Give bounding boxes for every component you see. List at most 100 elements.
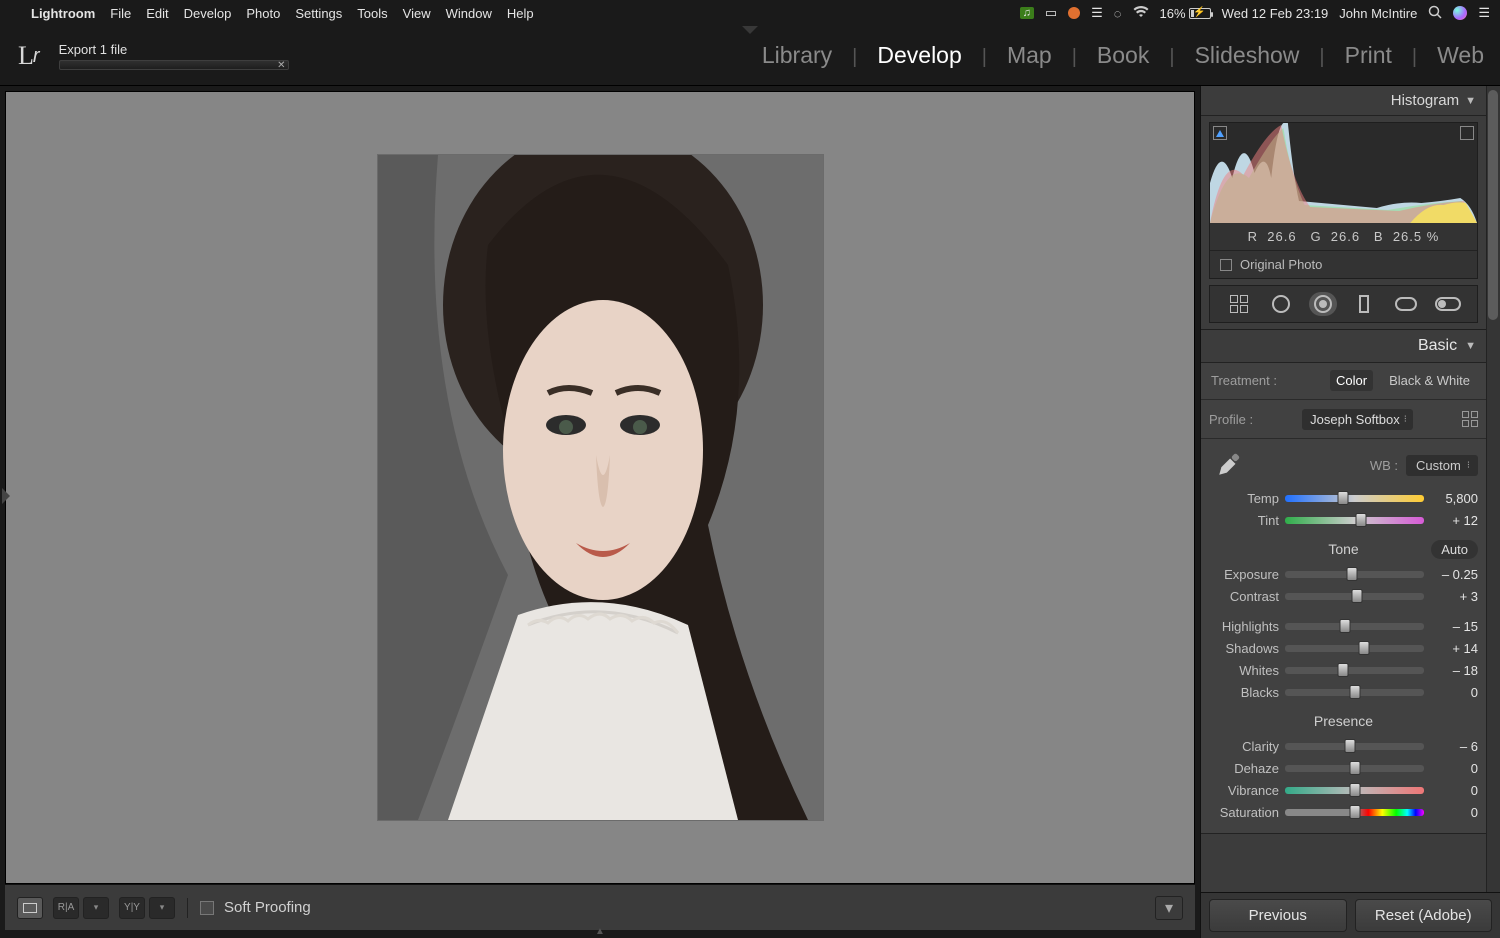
treatment-color[interactable]: Color xyxy=(1330,370,1373,391)
saturation-slider[interactable] xyxy=(1285,809,1424,816)
before-after-menu-button[interactable]: ▾ xyxy=(83,897,109,919)
dehaze-value[interactable]: 0 xyxy=(1430,761,1478,776)
highlight-clip-icon[interactable] xyxy=(1460,126,1474,140)
white-balance-picker-icon[interactable] xyxy=(1209,447,1249,483)
filmstrip-toggle-icon[interactable]: ▲ xyxy=(5,930,1195,938)
profile-dropdown[interactable]: Joseph Softbox⁝ xyxy=(1302,409,1413,430)
vibrance-slider[interactable] xyxy=(1285,787,1424,794)
blacks-value[interactable]: 0 xyxy=(1430,685,1478,700)
module-slideshow[interactable]: Slideshow xyxy=(1195,42,1300,69)
original-photo-checkbox[interactable] xyxy=(1220,259,1232,271)
vibrance-label: Vibrance xyxy=(1209,783,1279,798)
develop-toolbar: R|A ▾ Y|Y ▾ Soft Proofing ▾ xyxy=(5,884,1195,930)
left-panel-toggle-icon[interactable] xyxy=(2,488,10,504)
menu-develop[interactable]: Develop xyxy=(184,6,232,21)
wifi-icon[interactable] xyxy=(1133,6,1149,21)
contrast-slider[interactable] xyxy=(1285,593,1424,600)
spotlight-icon[interactable] xyxy=(1428,5,1442,22)
wb-dropdown[interactable]: Custom⁝ xyxy=(1406,455,1478,476)
clarity-slider[interactable] xyxy=(1285,743,1424,750)
module-library[interactable]: Library xyxy=(762,42,832,69)
presence-label: Presence xyxy=(1314,713,1373,729)
display-icon[interactable]: ▭ xyxy=(1045,5,1057,21)
menubar-username[interactable]: John McIntire xyxy=(1339,6,1417,21)
battery-status[interactable]: 16% ⚡ xyxy=(1160,6,1211,21)
tint-slider[interactable] xyxy=(1285,517,1424,524)
menu-help[interactable]: Help xyxy=(507,6,534,21)
dehaze-slider[interactable] xyxy=(1285,765,1424,772)
highlights-value[interactable]: – 15 xyxy=(1430,619,1478,634)
module-print[interactable]: Print xyxy=(1345,42,1392,69)
saturation-label: Saturation xyxy=(1209,805,1279,820)
basic-header[interactable]: Basic ▼ xyxy=(1201,330,1486,362)
image-canvas[interactable] xyxy=(5,91,1195,884)
exposure-slider[interactable] xyxy=(1285,571,1424,578)
before-after-yy-menu-button[interactable]: ▾ xyxy=(149,897,175,919)
shadows-value[interactable]: + 14 xyxy=(1430,641,1478,656)
tint-value[interactable]: + 12 xyxy=(1430,513,1478,528)
blacks-label: Blacks xyxy=(1209,685,1279,700)
whites-slider[interactable] xyxy=(1285,667,1424,674)
histogram-header[interactable]: Histogram ▼ xyxy=(1201,86,1486,116)
menu-file[interactable]: File xyxy=(110,6,131,21)
module-develop[interactable]: Develop xyxy=(877,42,961,69)
blacks-slider[interactable] xyxy=(1285,689,1424,696)
menubar-datetime[interactable]: Wed 12 Feb 23:19 xyxy=(1222,6,1329,21)
siri-icon[interactable] xyxy=(1453,6,1467,20)
treatment-bw[interactable]: Black & White xyxy=(1383,370,1476,391)
reset-button[interactable]: Reset (Adobe) xyxy=(1355,899,1493,932)
adjustment-brush-tool[interactable] xyxy=(1434,292,1462,316)
photo-preview[interactable] xyxy=(378,155,823,820)
clarity-value[interactable]: – 6 xyxy=(1430,739,1478,754)
shadow-clip-icon[interactable] xyxy=(1213,126,1227,140)
contrast-value[interactable]: + 3 xyxy=(1430,589,1478,604)
exposure-value[interactable]: – 0.25 xyxy=(1430,567,1478,582)
before-after-lr-button[interactable]: R|A xyxy=(53,897,79,919)
contrast-label: Contrast xyxy=(1209,589,1279,604)
highlights-slider[interactable] xyxy=(1285,623,1424,630)
graduated-filter-tool[interactable] xyxy=(1350,292,1378,316)
loupe-view-button[interactable] xyxy=(17,897,43,919)
menu-photo[interactable]: Photo xyxy=(246,6,280,21)
profile-browser-icon[interactable] xyxy=(1462,411,1478,427)
export-progress-bar[interactable]: ✕ xyxy=(59,60,289,70)
module-book[interactable]: Book xyxy=(1097,42,1149,69)
tone-label: Tone xyxy=(1328,541,1358,557)
control-center-icon[interactable]: ☰ xyxy=(1478,5,1490,21)
temp-slider[interactable] xyxy=(1285,495,1424,502)
soft-proofing-checkbox[interactable] xyxy=(200,901,214,915)
top-panel-collapse-icon[interactable] xyxy=(742,26,758,34)
menubar-app-name[interactable]: Lightroom xyxy=(31,6,95,21)
saturation-value[interactable]: 0 xyxy=(1430,805,1478,820)
highlights-label: Highlights xyxy=(1209,619,1279,634)
module-web[interactable]: Web xyxy=(1437,42,1484,69)
tray-app-icon[interactable]: ♫ xyxy=(1020,7,1034,19)
menu-view[interactable]: View xyxy=(403,6,431,21)
disk-icon[interactable]: ☰ xyxy=(1091,5,1103,21)
redeye-tool[interactable] xyxy=(1309,292,1337,316)
temp-value[interactable]: 5,800 xyxy=(1430,491,1478,506)
before-after-yy-button[interactable]: Y|Y xyxy=(119,897,145,919)
auto-tone-button[interactable]: Auto xyxy=(1431,540,1478,559)
histogram-chart[interactable] xyxy=(1210,123,1477,223)
crop-tool[interactable] xyxy=(1225,292,1253,316)
menu-edit[interactable]: Edit xyxy=(146,6,168,21)
menu-tools[interactable]: Tools xyxy=(357,6,387,21)
previous-button[interactable]: Previous xyxy=(1209,899,1347,932)
panel-scrollbar[interactable] xyxy=(1486,86,1500,892)
radial-filter-tool[interactable] xyxy=(1392,292,1420,316)
sync-icon[interactable]: ◌ xyxy=(1114,6,1122,21)
vibrance-value[interactable]: 0 xyxy=(1430,783,1478,798)
module-map[interactable]: Map xyxy=(1007,42,1052,69)
basic-title: Basic xyxy=(1418,337,1457,355)
cc-status-icon[interactable] xyxy=(1068,7,1080,19)
menu-settings[interactable]: Settings xyxy=(295,6,342,21)
toolbar-options-button[interactable]: ▾ xyxy=(1155,896,1183,920)
battery-percent-text: 16% xyxy=(1160,6,1186,21)
develop-right-panel: Histogram ▼ R xyxy=(1200,86,1500,938)
menu-window[interactable]: Window xyxy=(446,6,492,21)
spot-tool[interactable] xyxy=(1267,292,1295,316)
shadows-slider[interactable] xyxy=(1285,645,1424,652)
whites-value[interactable]: – 18 xyxy=(1430,663,1478,678)
export-cancel-icon[interactable]: ✕ xyxy=(277,60,285,71)
